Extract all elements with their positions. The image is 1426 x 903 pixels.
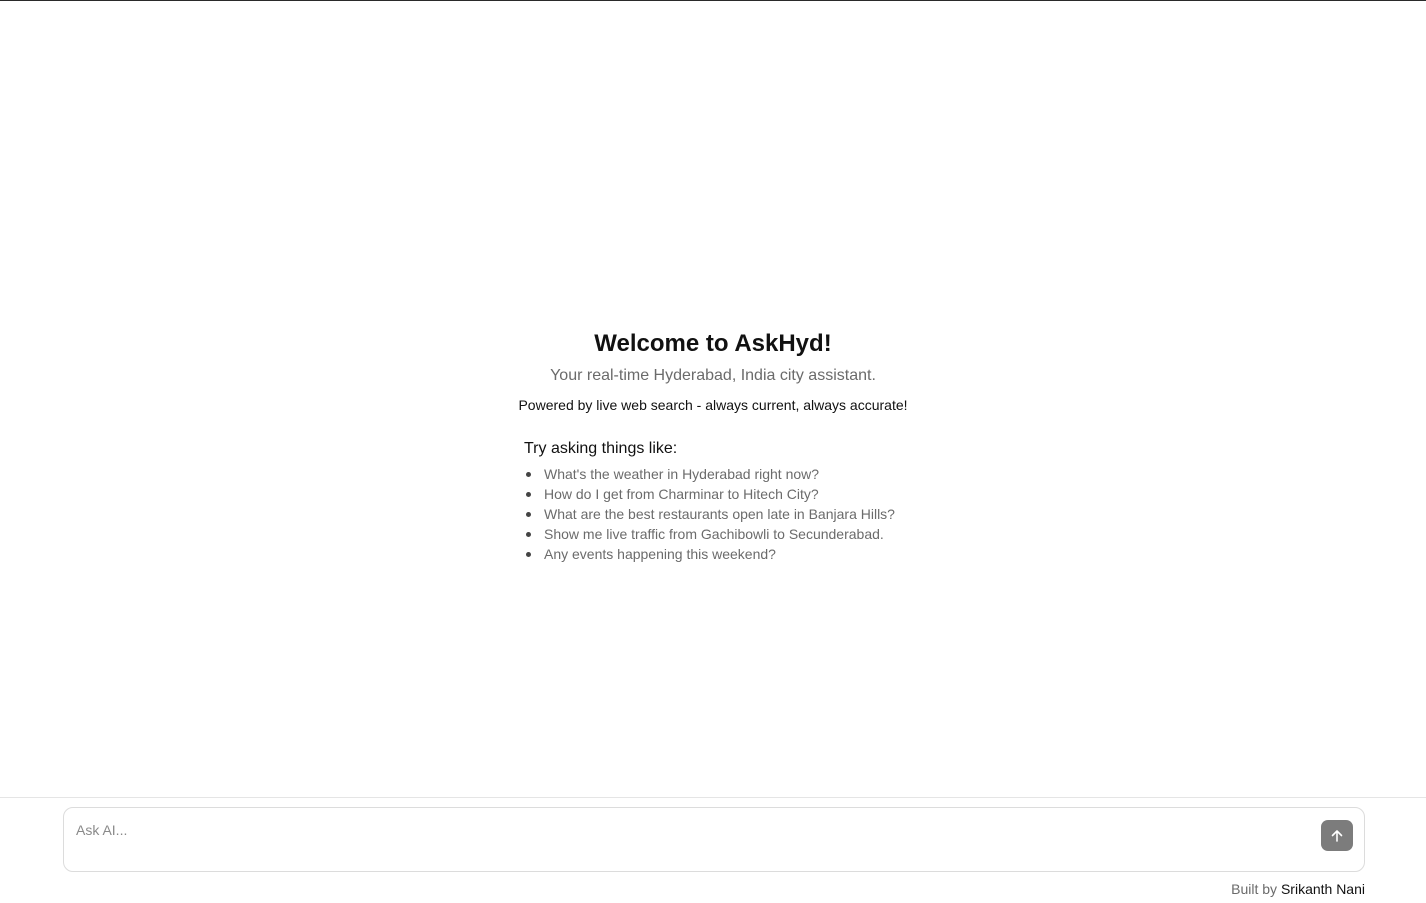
send-button[interactable] xyxy=(1321,820,1353,851)
suggestion-item-restaurants[interactable]: What are the best restaurants open late … xyxy=(526,504,944,524)
chat-composer[interactable] xyxy=(63,807,1365,872)
bullet-icon xyxy=(526,492,531,497)
suggestion-text: Show me live traffic from Gachibowli to … xyxy=(544,526,884,542)
author-link[interactable]: Srikanth Nani xyxy=(1281,881,1365,897)
suggestion-text: Any events happening this weekend? xyxy=(544,546,776,562)
suggestions-list: What's the weather in Hyderabad right no… xyxy=(524,464,944,564)
built-by-label: Built by xyxy=(1231,881,1281,897)
welcome-section: Welcome to AskHyd! Your real-time Hydera… xyxy=(0,329,1426,415)
suggestion-item-traffic[interactable]: Show me live traffic from Gachibowli to … xyxy=(526,524,944,544)
bullet-icon xyxy=(526,472,531,477)
suggestions-section: Try asking things like: What's the weath… xyxy=(524,438,944,564)
welcome-subtitle: Your real-time Hyderabad, India city ass… xyxy=(550,367,876,384)
suggestion-item-events[interactable]: Any events happening this weekend? xyxy=(526,544,944,564)
suggestion-item-weather[interactable]: What's the weather in Hyderabad right no… xyxy=(526,464,944,484)
arrow-up-icon xyxy=(1330,829,1344,843)
bullet-icon xyxy=(526,552,531,557)
welcome-title: Welcome to AskHyd! xyxy=(594,330,832,357)
suggestion-text: What's the weather in Hyderabad right no… xyxy=(544,466,820,482)
bullet-icon xyxy=(526,512,531,517)
suggestion-text: What are the best restaurants open late … xyxy=(544,506,895,522)
bottom-bar: Built by Srikanth Nani xyxy=(0,797,1426,903)
powered-by-text: Powered by live web search - always curr… xyxy=(518,397,908,413)
suggestion-text: How do I get from Charminar to Hitech Ci… xyxy=(544,486,819,502)
bullet-icon xyxy=(526,532,531,537)
app-root: Welcome to AskHyd! Your real-time Hydera… xyxy=(0,0,1426,903)
chat-input[interactable] xyxy=(76,818,1306,842)
suggestion-item-directions[interactable]: How do I get from Charminar to Hitech Ci… xyxy=(526,484,944,504)
footer-credit: Built by Srikanth Nani xyxy=(1231,880,1365,898)
suggestions-heading: Try asking things like: xyxy=(524,440,678,457)
